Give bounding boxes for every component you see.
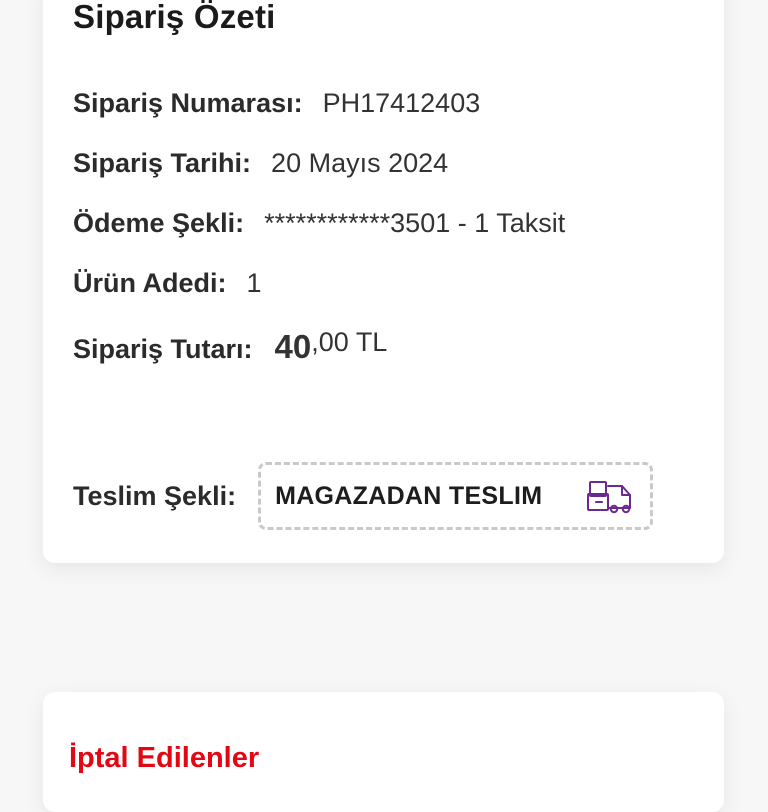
- delivery-method-label: Teslim Şekli:: [73, 480, 237, 511]
- order-date-label: Sipariş Tarihi:: [73, 148, 252, 178]
- order-total-decimals: ,00 TL: [311, 327, 388, 357]
- delivery-method-row: Teslim Şekli: MAGAZADAN TESLIM: [73, 462, 685, 530]
- delivery-method-box: MAGAZADAN TESLIM: [258, 462, 654, 530]
- item-count-label: Ürün Adedi:: [73, 268, 227, 298]
- order-summary-title: Sipariş Özeti: [73, 0, 276, 35]
- order-total-price: 40,00 TL: [274, 327, 388, 366]
- delivery-truck-icon: [586, 476, 636, 516]
- delivery-method-value: MAGAZADAN TESLIM: [275, 481, 543, 510]
- order-number-row: Sipariş Numarası: PH17412403: [73, 88, 480, 119]
- order-number-value: PH17412403: [322, 88, 481, 118]
- item-count-value: 1: [246, 268, 262, 298]
- payment-method-row: Ödeme Şekli: ************3501 - 1 Taksit: [73, 208, 565, 239]
- order-total-label: Sipariş Tutarı:: [73, 334, 253, 364]
- payment-method-label: Ödeme Şekli:: [73, 208, 245, 238]
- order-summary-card: Sipariş Özeti Sipariş Numarası: PH174124…: [43, 0, 724, 563]
- order-date-value: 20 Mayıs 2024: [271, 148, 449, 178]
- cancelled-items-card: İptal Edilenler: [43, 692, 724, 812]
- cancelled-items-title: İptal Edilenler: [69, 742, 260, 774]
- order-date-row: Sipariş Tarihi: 20 Mayıs 2024: [73, 148, 448, 179]
- payment-method-value: ************3501 - 1 Taksit: [264, 208, 566, 238]
- order-number-label: Sipariş Numarası:: [73, 88, 303, 118]
- order-total-integer: 40: [274, 328, 312, 365]
- item-count-row: Ürün Adedi: 1: [73, 268, 262, 299]
- order-total-row: Sipariş Tutarı: 40,00 TL: [73, 327, 388, 366]
